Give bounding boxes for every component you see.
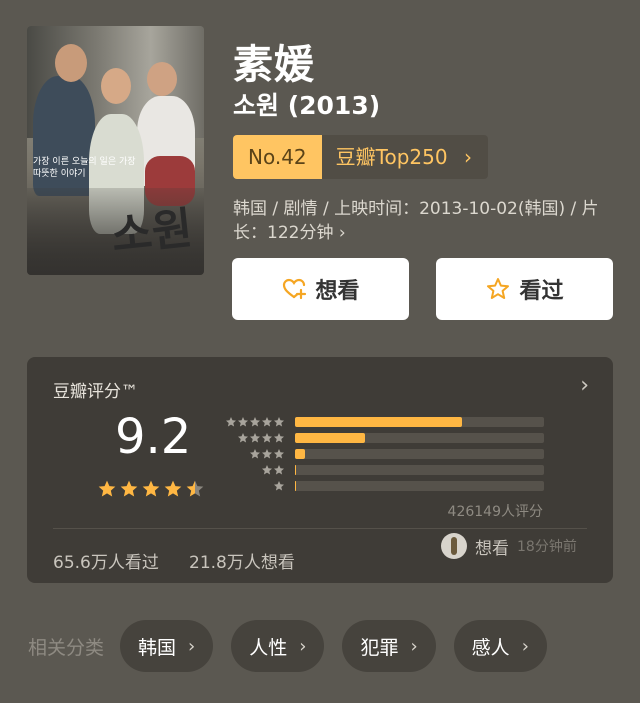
movie-title: 素媛 [233, 42, 315, 88]
related-categories: 相关分类 韩国 › 人性 › 犯罪 › 感人 › [28, 620, 565, 672]
distribution-bar-fill [295, 417, 462, 427]
star-icon [262, 449, 272, 459]
rating-count: 426149人评分 [447, 504, 543, 520]
rating-stars [97, 479, 205, 499]
star-icon [262, 465, 272, 475]
distribution-row [223, 432, 544, 444]
distribution-stars [223, 448, 285, 460]
star-icon [262, 417, 272, 427]
star-icon [274, 481, 284, 491]
avatar [441, 533, 467, 559]
activity-time: 18分钟前 [517, 539, 577, 555]
chevron-right-icon: › [188, 635, 196, 657]
movie-meta-info[interactable]: 韩国 / 剧情 / 上映时间：2013-10-02(韩国) / 片长：122分钟… [233, 197, 623, 245]
poster-tagline: 가장 이른 오늘의 일은 가장 따뜻한 이야기 [33, 157, 136, 179]
movie-original-title: 소원 (2013) [233, 91, 381, 120]
distribution-bar-track [295, 481, 544, 491]
distribution-bar-fill [295, 481, 296, 491]
want-to-watch-button[interactable]: 想看 [232, 258, 409, 320]
tag-chip[interactable]: 感人 › [453, 620, 547, 672]
star-icon [238, 433, 248, 443]
distribution-bar-fill [295, 433, 365, 443]
chevron-right-icon: › [521, 635, 529, 657]
distribution-row [223, 464, 544, 476]
tag-chip[interactable]: 韩国 › [120, 620, 214, 672]
tag-label: 韩国 [138, 636, 177, 659]
watched-count[interactable]: 65.6万人看过 [53, 548, 159, 573]
star-icon [250, 433, 260, 443]
watched-label: 看过 [519, 279, 564, 304]
chevron-right-icon: › [410, 635, 418, 657]
star-icon [226, 417, 236, 427]
distribution-stars [223, 464, 285, 476]
distribution-bar-track [295, 449, 544, 459]
star-outline-icon [487, 278, 510, 299]
divider [53, 528, 587, 529]
star-icon [238, 417, 248, 427]
related-categories-label: 相关分类 [28, 636, 105, 659]
poster-face-man [55, 44, 87, 82]
rating-label: 豆瓣评分™ [53, 382, 138, 402]
movie-poster[interactable]: 가장 이른 오늘의 일은 가장 따뜻한 이야기 소원 [27, 26, 204, 275]
star-icon [274, 449, 284, 459]
distribution-bar-track [295, 417, 544, 427]
distribution-row [223, 416, 544, 428]
wanted-count[interactable]: 21.8万人想看 [189, 548, 295, 573]
rating-card[interactable]: 豆瓣评分™ › 9.2 426149人评分 65.6万人看过 21.8万人想看 … [27, 357, 613, 583]
distribution-row [223, 480, 544, 492]
distribution-row [223, 448, 544, 460]
distribution-bar-fill [295, 449, 305, 459]
rating-score: 9.2 [115, 409, 192, 465]
distribution-bar-track [295, 465, 544, 475]
distribution-stars [223, 432, 285, 444]
distribution-stars [223, 416, 285, 428]
tag-label: 感人 [471, 636, 510, 659]
top250-rank-badge[interactable]: No.42 豆瓣Top250 › [233, 135, 488, 179]
star-icon [262, 433, 272, 443]
star-icon [98, 480, 116, 497]
want-to-watch-label: 想看 [315, 279, 360, 304]
star-icon [274, 465, 284, 475]
tag-chip[interactable]: 人性 › [231, 620, 325, 672]
watched-button[interactable]: 看过 [436, 258, 613, 320]
poster-title: 소원 [109, 202, 195, 263]
distribution-bar-fill [295, 465, 297, 475]
tag-label: 人性 [249, 636, 288, 659]
friend-activity[interactable]: 想看 18分钟前 [441, 533, 577, 559]
star-icon [186, 480, 204, 497]
distribution-stars [223, 480, 285, 492]
rank-list-link[interactable]: 豆瓣Top250 › [321, 135, 488, 179]
star-icon [164, 480, 182, 497]
star-icon [274, 417, 284, 427]
star-icon [274, 433, 284, 443]
distribution-bar-track [295, 433, 544, 443]
star-icon [250, 417, 260, 427]
tag-label: 犯罪 [360, 636, 399, 659]
chevron-right-icon: › [299, 635, 307, 657]
tag-chip[interactable]: 犯罪 › [342, 620, 436, 672]
chevron-right-icon: › [463, 145, 472, 169]
rank-number: No.42 [233, 135, 322, 179]
rank-list-label: 豆瓣Top250 [335, 145, 448, 169]
star-icon [250, 449, 260, 459]
poster-face-woman [147, 62, 177, 96]
poster-face-girl [101, 68, 131, 104]
activity-verb: 想看 [475, 538, 509, 559]
star-icon [142, 480, 160, 497]
chevron-right-icon[interactable]: › [580, 373, 589, 398]
star-icon [120, 480, 138, 497]
heart-plus-icon [283, 278, 307, 300]
